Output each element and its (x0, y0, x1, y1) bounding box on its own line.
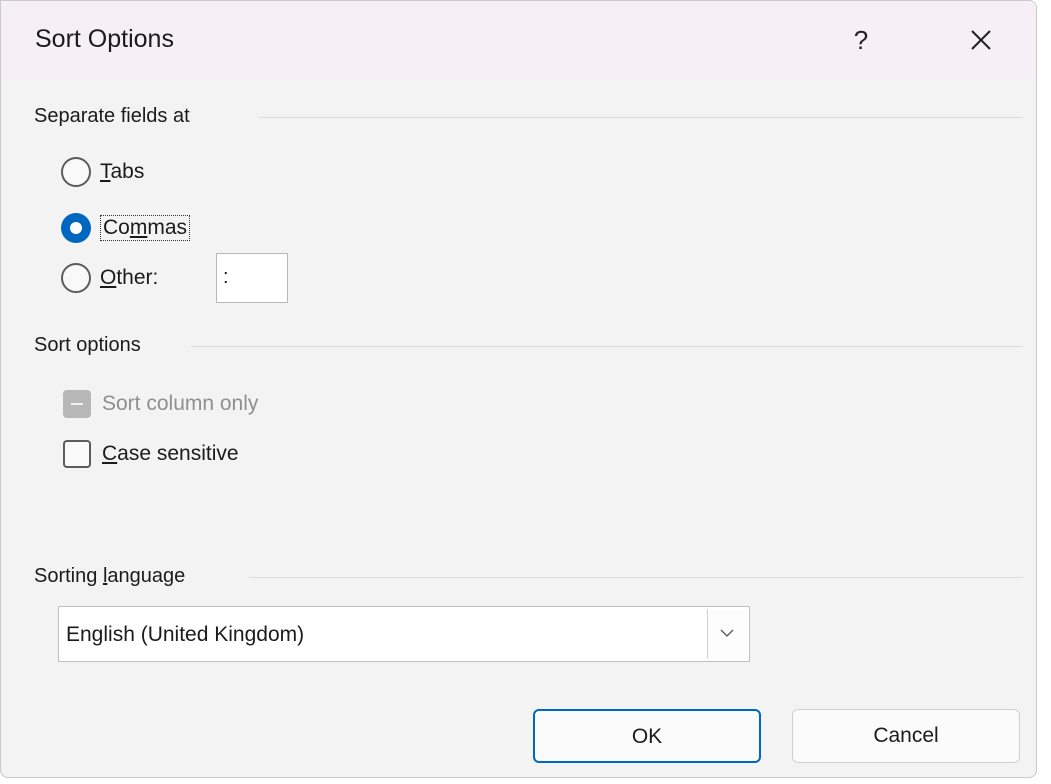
dropdown-arrow-button[interactable] (707, 609, 747, 659)
radio-commas[interactable]: Commas (61, 212, 191, 244)
sort-column-only-checkbox: Sort column only (63, 388, 258, 420)
cancel-button[interactable]: Cancel (792, 709, 1020, 763)
radio-commas-circle[interactable] (61, 213, 91, 243)
radio-tabs-circle[interactable] (61, 157, 91, 187)
close-button[interactable] (956, 15, 1006, 65)
sorting-language-divider (249, 577, 1023, 578)
chevron-down-icon (720, 629, 734, 637)
sort-column-only-label: Sort column only (102, 392, 259, 415)
case-sensitive-label: Case sensitive (102, 442, 239, 465)
help-button[interactable]: ? (836, 15, 886, 65)
case-sensitive-box[interactable] (63, 440, 91, 468)
separate-fields-heading: Separate fields at (34, 105, 190, 127)
radio-other-label: Other: (100, 266, 159, 289)
close-icon (971, 30, 991, 50)
sort-options-heading: Sort options (34, 334, 141, 356)
ok-button[interactable]: OK (533, 709, 761, 763)
sorting-language-value: English (United Kingdom) (66, 623, 305, 646)
sorting-language-select[interactable]: English (United Kingdom) (58, 606, 750, 662)
radio-other[interactable]: Other: (61, 262, 158, 294)
case-sensitive-checkbox[interactable]: Case sensitive (63, 438, 239, 470)
radio-commas-label: Commas (100, 215, 191, 241)
radio-tabs[interactable]: Tabs (61, 156, 144, 188)
sort-options-divider (191, 346, 1023, 347)
title-bar: Sort Options ? (1, 1, 1036, 80)
sort-column-only-box (63, 390, 91, 418)
other-separator-input[interactable]: : (216, 253, 288, 303)
dialog-title: Sort Options (35, 25, 174, 53)
separate-fields-divider (259, 117, 1023, 118)
sorting-language-heading: Sorting language (34, 565, 186, 587)
radio-other-circle[interactable] (61, 263, 91, 293)
sort-options-dialog: Sort Options ? Separate fields at Tabs C… (0, 0, 1037, 778)
radio-tabs-label: Tabs (100, 160, 145, 183)
